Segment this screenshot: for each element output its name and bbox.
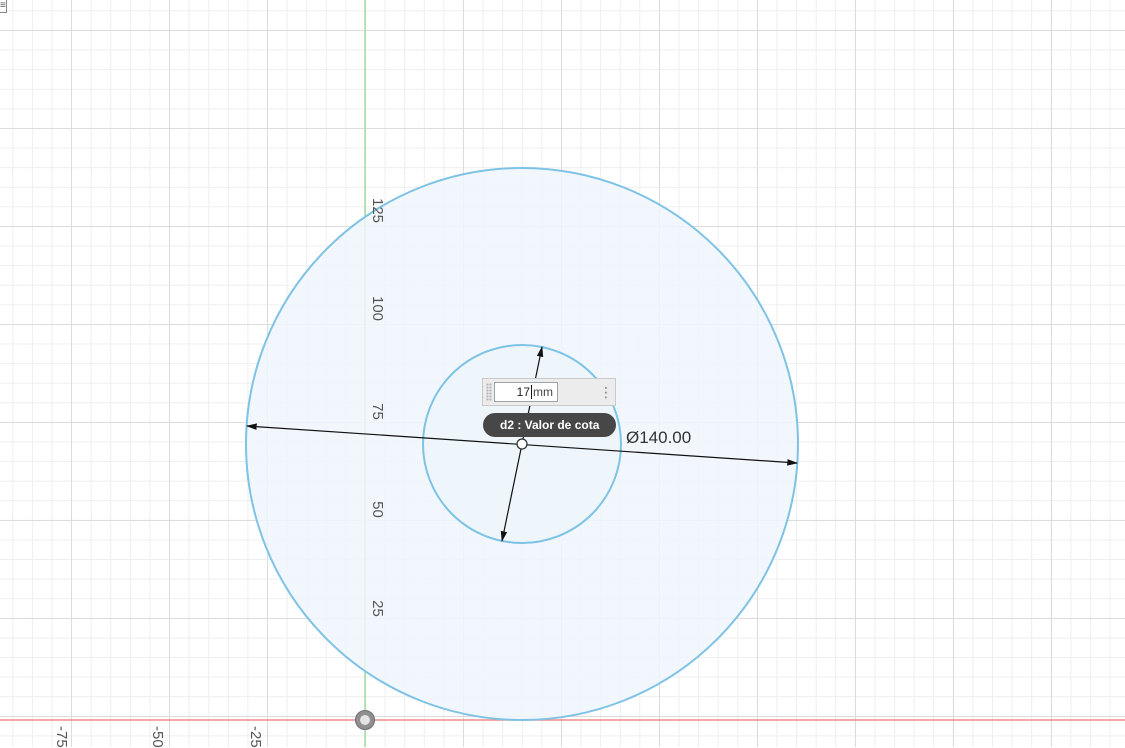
- dimension-unit: mm: [533, 385, 553, 399]
- dimension-input-box: 17 mm ⋮: [482, 378, 616, 406]
- y-tick-label: 75: [368, 403, 386, 420]
- y-tick-label: 25: [368, 600, 386, 617]
- more-vertical-icon[interactable]: ⋮: [599, 384, 613, 400]
- origin-icon[interactable]: [355, 710, 375, 730]
- drag-grip-icon[interactable]: [486, 383, 492, 401]
- x-tick-label: -75: [53, 726, 70, 748]
- outer-diameter-label[interactable]: Ø140.00: [626, 428, 691, 448]
- y-tick-label: 125: [369, 197, 387, 224]
- dimension-value-input[interactable]: 17 mm: [494, 382, 558, 402]
- y-tick-label: 50: [368, 501, 386, 518]
- y-tick-label: 100: [369, 295, 387, 322]
- sketch-geometry[interactable]: [0, 0, 1125, 747]
- dimension-tooltip: d2 : Valor de cota: [483, 413, 617, 437]
- x-tick-label: -25: [247, 726, 264, 748]
- text-caret: [531, 385, 532, 399]
- x-tick-label: -50: [149, 726, 166, 748]
- center-point[interactable]: [516, 438, 528, 450]
- dimension-value: 17: [516, 385, 530, 399]
- corner-menu-icon[interactable]: ≡: [0, 0, 7, 13]
